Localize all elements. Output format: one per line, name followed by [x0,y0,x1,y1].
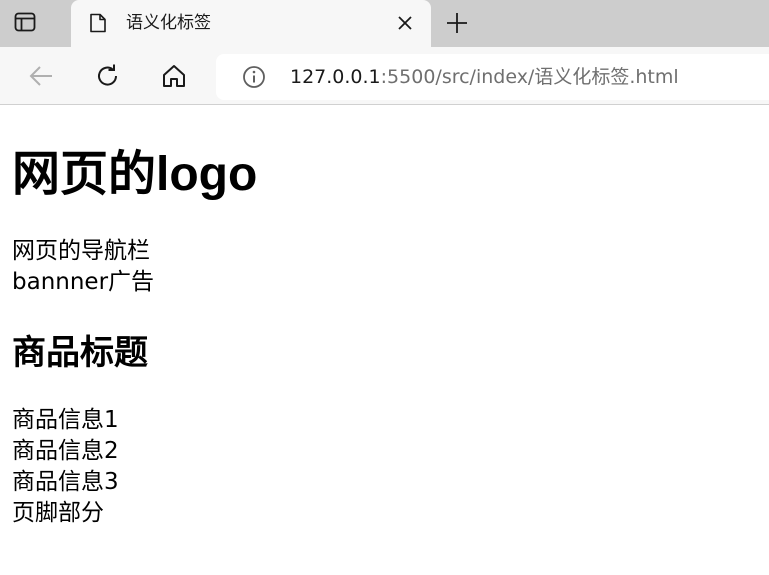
footer-text: 页脚部分 [12,500,104,526]
browser-toolbar: 127.0.0.1:5500/src/index/语义化标签.html [0,47,769,105]
home-icon[interactable] [161,63,187,89]
product-item: 商品信息2 [12,438,119,464]
product-item: 商品信息3 [12,469,119,495]
page-icon [89,13,107,33]
tab-active[interactable]: 语义化标签 [71,0,431,47]
info-icon[interactable] [242,65,266,89]
product-item: 商品信息1 [12,407,119,433]
tab-strip: 语义化标签 [0,0,769,47]
url-text[interactable]: 127.0.0.1:5500/src/index/语义化标签.html [290,65,679,89]
reload-icon[interactable] [95,63,121,89]
url-host: 127.0.0.1 [290,66,381,88]
product-title: 商品标题 [12,333,148,373]
address-bar[interactable]: 127.0.0.1:5500/src/index/语义化标签.html [216,54,769,100]
close-icon[interactable] [397,15,413,31]
back-icon[interactable] [28,63,54,89]
new-tab-icon[interactable] [446,12,468,34]
banner-text: bannner广告 [12,269,155,295]
page-logo: 网页的logo [12,148,258,201]
nav-text: 网页的导航栏 [12,238,150,264]
tab-actions-icon[interactable] [14,11,36,33]
tab-title: 语义化标签 [126,13,211,33]
url-path: :5500/src/index/语义化标签.html [380,66,679,88]
